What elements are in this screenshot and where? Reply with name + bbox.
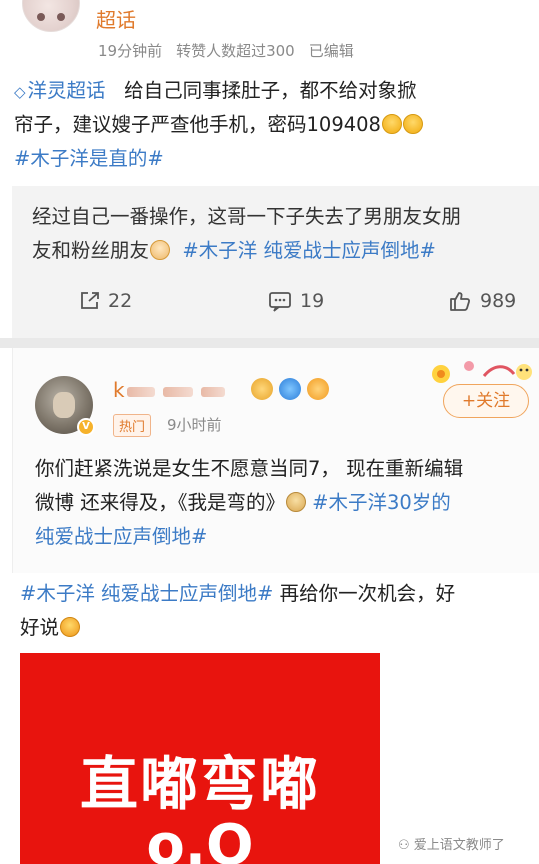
share-icon [81,292,99,309]
like-icon [450,292,471,311]
vip-badge-icon: V [77,418,95,436]
hashtag-link[interactable]: 纯爱战士应声倒地# [35,525,207,548]
comment-icon [269,292,291,312]
image-caption: 直嘟弯嘟 [79,750,320,818]
avatar-photo [53,392,75,418]
handshake-emoji-icon [150,240,171,260]
username[interactable]: k [113,378,226,402]
like-count: 989 [480,290,517,312]
badge-row [251,378,329,400]
share-button[interactable]: 22 [78,290,132,312]
hashtag-link[interactable]: #木子洋30岁的 [312,491,451,514]
watermark-text: 爱上语文教师了 [413,838,505,853]
like-button[interactable]: 989 [448,290,516,312]
post-meta: 19分钟前 转赞人数超过300 已编辑 [98,40,368,61]
post-text: 你们赶紧洗说是女生不愿意当同7， 现在重新编辑 [35,457,464,480]
avatar[interactable]: V [35,376,95,436]
watermark: ⚇ 爱上语文教师了 [398,834,505,853]
hashtag-link[interactable]: #木子洋 纯爱战士应声倒地# [182,239,435,262]
edited-label: 已编辑 [308,42,354,60]
action-bar: 22 19 989 [12,290,539,326]
post-body: 你们赶紧洗说是女生不愿意当同7， 现在重新编辑 微博 还来得及，《我是弯的》 #… [35,452,539,554]
username[interactable]: 超话 [96,4,136,33]
hashtag-link[interactable]: #木子洋 纯爱战士应声倒地# [20,582,273,605]
image-face-text: o.O [146,813,254,864]
username-visible: k [113,378,127,402]
blurred-text [126,386,155,397]
avatar[interactable] [22,0,80,32]
topic-label: 洋灵超话 [27,79,106,102]
post-second: V k 热门 9小时前 +关注 你们赶紧洗说是女生不愿意当同7， 现在重新编辑 … [12,348,539,573]
follow-button[interactable]: +关注 [443,384,529,418]
blue-badge-icon [279,378,301,400]
post-top: 超话 19分钟前 转赞人数超过300 已编辑 ◇ 洋灵超话 给自己同事揉肚子，都不给对… [0,0,539,186]
watermark-logo-icon: ⚇ [398,838,410,853]
post-time: 19分钟前 [98,42,163,60]
crying-emoji-icon [402,114,423,134]
comment-count: 19 [300,290,325,312]
post-text: 帘子，建议嫂子严查他手机，密码109408 [14,113,381,136]
repost-line: 经过自己一番操作，这哥一下子失去了男朋友女朋 [32,205,462,228]
repost-info: 转赞人数超过300 [176,42,295,60]
comment-button[interactable]: 19 [268,290,324,312]
crown-badge-icon [251,378,273,400]
post-time: 9小时前 [167,416,222,434]
topic-link[interactable]: ◇ 洋灵超话 [14,79,106,102]
post-body: #木子洋 纯爱战士应声倒地# 再给你一次机会，好 好说 [20,577,539,645]
blurred-text [201,386,226,397]
post-text: 给自己同事揉肚子，都不给对象掀 [124,79,417,102]
doge-emoji-icon [285,492,306,512]
post-image[interactable]: 直嘟弯嘟 o.O [20,653,380,864]
post-body: ◇ 洋灵超话 给自己同事揉肚子，都不给对象掀 帘子，建议嫂子严查他手机，密码109… [14,74,539,176]
yum-emoji-icon [60,617,81,637]
hot-label: 热门 [113,414,152,437]
post-third: #木子洋 纯爱战士应声倒地# 再给你一次机会，好 好说 直嘟弯嘟 o.O [0,573,539,864]
repost-card[interactable]: 经过自己一番操作，这哥一下子失去了男朋友女朋 友和粉丝朋友 #木子洋 纯爱战士应… [12,186,539,338]
divider [0,338,539,348]
crying-emoji-icon [381,114,402,134]
post-text: 好说 [20,616,60,639]
hashtag-link[interactable]: #木子洋是直的# [14,147,164,170]
diamond-icon: ◇ [14,83,26,101]
avatar-eye-icon [57,13,65,21]
repost-text: 经过自己一番操作，这哥一下子失去了男朋友女朋 友和粉丝朋友 #木子洋 纯爱战士应… [32,200,539,268]
share-count: 22 [108,290,133,312]
post-text: 再给你一次机会，好 [273,582,456,605]
post-text: 微博 还来得及，《我是弯的》 [35,491,285,514]
repost-line: 友和粉丝朋友 [32,239,150,262]
blurred-text [162,386,193,397]
avatar-eye-icon [37,13,45,21]
fish-badge-icon [307,378,329,400]
